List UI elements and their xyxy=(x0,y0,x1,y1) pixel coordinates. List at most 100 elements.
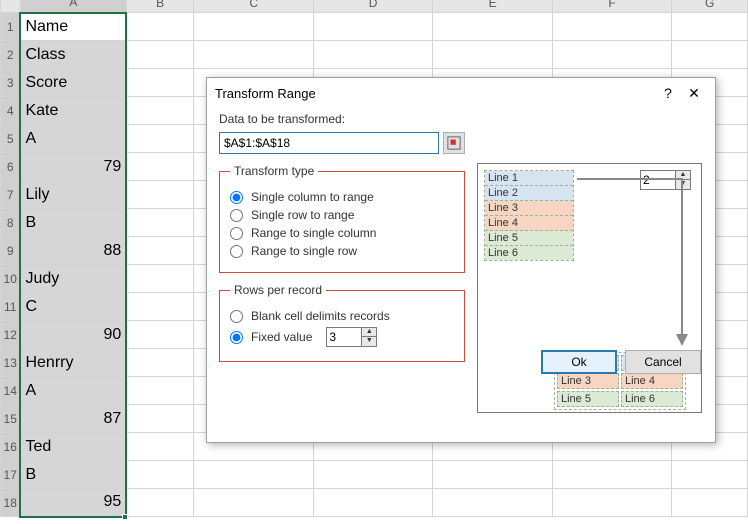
cell-A16[interactable]: Ted xyxy=(20,433,126,461)
radio-single-row-to-range[interactable] xyxy=(230,209,243,222)
cell[interactable] xyxy=(126,489,194,517)
row-header[interactable]: 15 xyxy=(1,405,21,433)
cell-A4[interactable]: Kate xyxy=(20,97,126,125)
cell-A15[interactable]: 87 xyxy=(20,405,126,433)
radio-range-to-single-col[interactable] xyxy=(230,227,243,240)
cell-A5[interactable]: A xyxy=(20,125,126,153)
col-header-C[interactable]: C xyxy=(194,0,313,13)
col-header-F[interactable]: F xyxy=(552,0,671,13)
cell[interactable] xyxy=(194,41,313,69)
row-header[interactable]: 7 xyxy=(1,181,21,209)
row-header[interactable]: 10 xyxy=(1,265,21,293)
corner-cell[interactable] xyxy=(1,0,21,13)
cell[interactable] xyxy=(126,321,194,349)
opt-single-col-to-range[interactable]: Single column to range xyxy=(230,190,454,204)
cell-A12[interactable]: 90 xyxy=(20,321,126,349)
row-header[interactable]: 5 xyxy=(1,125,21,153)
row-header[interactable]: 6 xyxy=(1,153,21,181)
radio-range-to-single-row[interactable] xyxy=(230,245,243,258)
cell-A18[interactable]: 95 xyxy=(20,489,126,517)
range-selector-button[interactable] xyxy=(443,132,465,154)
opt-blank-cell[interactable]: Blank cell delimits records xyxy=(230,309,454,323)
cell[interactable] xyxy=(672,41,748,69)
cell[interactable] xyxy=(194,461,313,489)
row-header[interactable]: 12 xyxy=(1,321,21,349)
cell[interactable] xyxy=(126,97,194,125)
range-input[interactable] xyxy=(219,132,439,154)
cell-A3[interactable]: Score xyxy=(20,69,126,97)
row-header[interactable]: 4 xyxy=(1,97,21,125)
cell[interactable] xyxy=(126,181,194,209)
row-header[interactable]: 16 xyxy=(1,433,21,461)
radio-blank-cell[interactable] xyxy=(230,310,243,323)
cell[interactable] xyxy=(126,461,194,489)
help-button[interactable]: ? xyxy=(655,85,681,101)
cell[interactable] xyxy=(126,265,194,293)
cancel-button[interactable]: Cancel xyxy=(625,350,701,374)
cell[interactable] xyxy=(433,41,552,69)
row-header[interactable]: 2 xyxy=(1,41,21,69)
spin-up-icon[interactable]: ▲ xyxy=(362,328,376,337)
cell[interactable] xyxy=(126,349,194,377)
cell[interactable] xyxy=(194,13,313,41)
ok-button[interactable]: Ok xyxy=(541,350,617,374)
cell-A8[interactable]: B xyxy=(20,209,126,237)
close-button[interactable]: ✕ xyxy=(681,85,707,102)
spin-down-icon[interactable]: ▼ xyxy=(362,337,376,346)
row-header[interactable]: 17 xyxy=(1,461,21,489)
cell[interactable] xyxy=(126,13,194,41)
cell-A17[interactable]: B xyxy=(20,461,126,489)
cell[interactable] xyxy=(126,237,194,265)
row-header[interactable]: 18 xyxy=(1,489,21,517)
cell-A1[interactable]: Name xyxy=(20,13,126,41)
fixed-value-input[interactable] xyxy=(327,328,361,346)
row-header[interactable]: 3 xyxy=(1,69,21,97)
fill-handle[interactable] xyxy=(122,514,128,520)
opt-single-row-to-range[interactable]: Single row to range xyxy=(230,208,454,222)
col-header-E[interactable]: E xyxy=(433,0,552,13)
radio-single-col-to-range[interactable] xyxy=(230,191,243,204)
col-header-A[interactable]: A xyxy=(20,0,126,13)
cell[interactable] xyxy=(126,209,194,237)
opt-range-to-single-row[interactable]: Range to single row xyxy=(230,244,454,258)
radio-fixed-value[interactable] xyxy=(230,331,243,344)
cell[interactable] xyxy=(194,489,313,517)
col-header-D[interactable]: D xyxy=(313,0,432,13)
cell[interactable] xyxy=(126,69,194,97)
cell[interactable] xyxy=(672,489,748,517)
cell-A9[interactable]: 88 xyxy=(20,237,126,265)
cell-A7[interactable]: Lily xyxy=(20,181,126,209)
cell[interactable] xyxy=(313,41,432,69)
cell[interactable] xyxy=(552,41,671,69)
cell[interactable] xyxy=(126,153,194,181)
opt-fixed-value[interactable]: Fixed value ▲▼ xyxy=(230,327,454,347)
cell[interactable] xyxy=(126,433,194,461)
cell[interactable] xyxy=(313,13,432,41)
row-header[interactable]: 14 xyxy=(1,377,21,405)
cell-A14[interactable]: A xyxy=(20,377,126,405)
cell[interactable] xyxy=(672,461,748,489)
cell[interactable] xyxy=(433,489,552,517)
cell[interactable] xyxy=(126,41,194,69)
cell[interactable] xyxy=(433,461,552,489)
cell-A11[interactable]: C xyxy=(20,293,126,321)
cell-A13[interactable]: Henrry xyxy=(20,349,126,377)
cell[interactable] xyxy=(126,293,194,321)
cell[interactable] xyxy=(126,125,194,153)
cell[interactable] xyxy=(313,489,432,517)
cell[interactable] xyxy=(552,489,671,517)
dialog-titlebar[interactable]: Transform Range ? ✕ xyxy=(207,78,715,108)
cell[interactable] xyxy=(552,461,671,489)
cell[interactable] xyxy=(126,405,194,433)
row-header[interactable]: 9 xyxy=(1,237,21,265)
cell[interactable] xyxy=(552,13,671,41)
row-header[interactable]: 13 xyxy=(1,349,21,377)
fixed-value-spinner[interactable]: ▲▼ xyxy=(326,327,377,347)
cell-A10[interactable]: Judy xyxy=(20,265,126,293)
row-header[interactable]: 1 xyxy=(1,13,21,41)
cell[interactable] xyxy=(126,377,194,405)
col-header-G[interactable]: G xyxy=(672,0,748,13)
row-header[interactable]: 11 xyxy=(1,293,21,321)
row-header[interactable]: 8 xyxy=(1,209,21,237)
cell[interactable] xyxy=(313,461,432,489)
